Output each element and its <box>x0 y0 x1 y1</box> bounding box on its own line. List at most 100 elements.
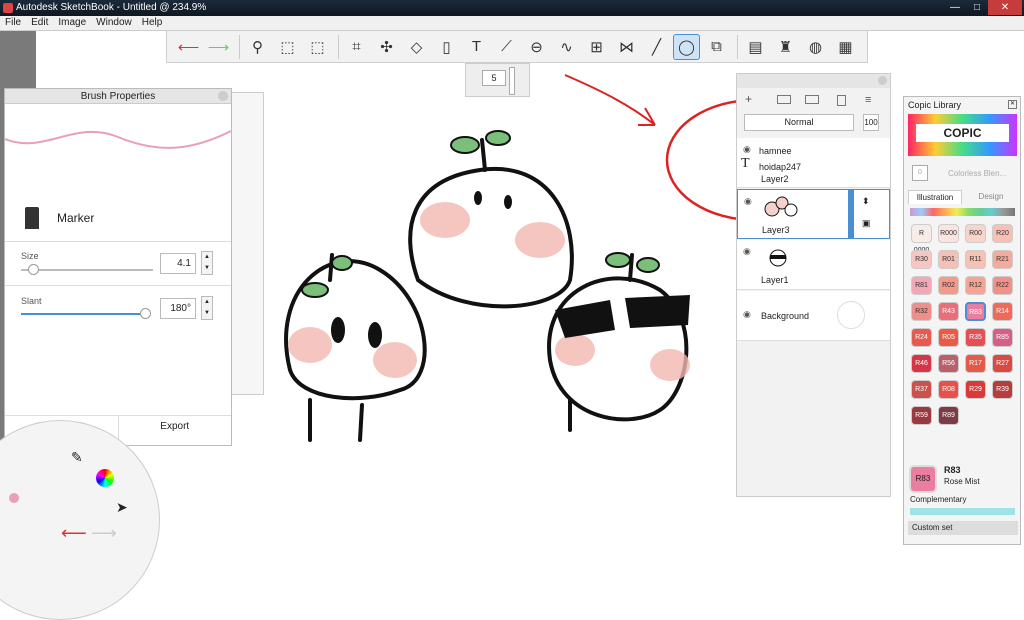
copic-swatch[interactable]: R11 <box>965 250 986 269</box>
stroke-icon[interactable]: ╱ <box>643 34 670 60</box>
copic-swatch[interactable]: R00 <box>965 224 986 243</box>
copic-swatch[interactable]: R22 <box>992 276 1013 295</box>
copic-swatch[interactable]: R56 <box>938 354 959 373</box>
menu-edit[interactable]: Edit <box>26 16 53 29</box>
slant-slider[interactable] <box>21 313 149 315</box>
brush-size-slider[interactable] <box>509 67 515 95</box>
visibility-icon[interactable]: ◉ <box>743 144 751 155</box>
undo-icon[interactable]: ⟵ <box>175 34 202 60</box>
copic-swatch[interactable]: R17 <box>965 354 986 373</box>
size-field[interactable]: 4.1 <box>160 253 196 274</box>
tab-illustration[interactable]: Illustration <box>908 190 962 204</box>
minimize-button[interactable]: — <box>944 0 966 15</box>
copic-swatch[interactable]: R39 <box>992 380 1013 399</box>
merge-layer-icon[interactable] <box>837 95 846 106</box>
layer-row-layer2[interactable]: ◉ hamnee T hoidap247 Layer2 <box>737 138 890 188</box>
copic-swatch[interactable]: R85 <box>992 328 1013 347</box>
copic-swatch[interactable]: R08 <box>938 380 959 399</box>
maximize-button[interactable]: □ <box>966 0 988 15</box>
ellipse-guide-icon[interactable]: ⊖ <box>523 34 550 60</box>
copic-icon[interactable]: ▦ <box>832 34 859 60</box>
layer-opacity-field[interactable]: 100 <box>863 114 879 131</box>
image-layer-icon[interactable] <box>805 95 819 104</box>
close-button[interactable]: ✕ <box>988 0 1022 15</box>
layer-row-background[interactable]: ◉ Background <box>737 291 890 341</box>
copic-swatch[interactable]: R81 <box>911 276 932 295</box>
copic-swatch[interactable]: R24 <box>911 328 932 347</box>
text-icon[interactable]: T <box>463 34 490 60</box>
copic-swatch[interactable]: R14 <box>992 302 1013 321</box>
fill-icon[interactable]: ▯ <box>433 34 460 60</box>
copic-swatch[interactable]: R02 <box>938 276 959 295</box>
copic-swatch[interactable]: R21 <box>992 250 1013 269</box>
complementary-label[interactable]: Complementary <box>910 495 966 504</box>
size-stepper[interactable]: ▲ ▼ <box>201 251 213 275</box>
copic-swatch[interactable]: R29 <box>965 380 986 399</box>
ellipse-tool-icon[interactable]: ◯ <box>673 33 700 60</box>
copic-swatch[interactable]: R27 <box>992 354 1013 373</box>
current-color-icon[interactable] <box>9 493 19 503</box>
layer-reorder-icon[interactable]: ⬍ <box>862 196 870 207</box>
menu-file[interactable]: File <box>0 16 26 29</box>
layer-row-layer1[interactable]: ◉ Layer1 <box>737 240 890 290</box>
custom-set-header[interactable]: Custom set <box>908 521 1018 535</box>
new-layer-icon[interactable] <box>777 95 791 104</box>
layer-row-layer3[interactable]: ◉ Layer3 ⬍ ▣ <box>737 189 890 239</box>
lasso-select-icon[interactable]: ⬚ <box>304 34 331 60</box>
copic-swatch[interactable]: R83 <box>965 302 986 321</box>
redo-icon[interactable]: ⟶ <box>91 523 117 544</box>
export-button[interactable]: Export <box>117 416 232 446</box>
layers-close-icon[interactable] <box>878 76 887 85</box>
copic-swatch[interactable]: R05 <box>938 328 959 347</box>
layer-lock-icon[interactable]: ▣ <box>862 218 871 229</box>
brushes-icon[interactable]: ♜ <box>772 34 799 60</box>
copic-swatch[interactable]: R32 <box>911 302 932 321</box>
slant-field[interactable]: 180° <box>160 298 196 319</box>
copic-swatch[interactable]: R35 <box>965 328 986 347</box>
background-color-swatch[interactable] <box>837 301 865 329</box>
copic-swatch[interactable]: R12 <box>965 276 986 295</box>
colorless-blender-swatch[interactable]: 0 <box>912 165 928 181</box>
slant-slider-knob[interactable] <box>140 308 151 319</box>
brush-size-value[interactable]: 5 <box>482 70 506 86</box>
copic-swatch[interactable]: R20 <box>992 224 1013 243</box>
ruler-icon[interactable]: ⟋ <box>493 34 520 60</box>
select-icon[interactable]: ⬚ <box>274 34 301 60</box>
undo-icon[interactable]: ⟵ <box>61 523 87 544</box>
french-curve-icon[interactable]: ∿ <box>553 34 580 60</box>
symmetry-icon[interactable]: ⋈ <box>613 34 640 60</box>
copic-swatch[interactable]: R46 <box>911 354 932 373</box>
brush-icon[interactable]: ✎ <box>71 449 83 466</box>
layer-opacity-bar[interactable] <box>848 190 854 238</box>
size-slider[interactable] <box>21 269 153 271</box>
color-wheel-icon[interactable]: ◍ <box>802 34 829 60</box>
visibility-icon[interactable]: ◉ <box>743 246 751 257</box>
size-slider-knob[interactable] <box>28 264 39 275</box>
copic-swatch[interactable]: R59 <box>911 406 932 425</box>
select-arrow-icon[interactable]: ➤ <box>116 499 128 516</box>
shapes-icon[interactable]: ⧉ <box>703 34 730 60</box>
visibility-icon[interactable]: ◉ <box>743 309 751 320</box>
layers-icon[interactable]: ▤ <box>742 34 769 60</box>
selected-swatch[interactable]: R83 <box>909 465 937 493</box>
zoom-icon[interactable]: ⚲ <box>244 34 271 60</box>
tab-design[interactable]: Design <box>964 190 1018 204</box>
menu-image[interactable]: Image <box>53 16 91 29</box>
panel-close-icon[interactable] <box>218 91 228 101</box>
color-wheel-icon[interactable] <box>96 469 114 487</box>
copic-swatch[interactable]: R43 <box>938 302 959 321</box>
copic-swatch[interactable]: R37 <box>911 380 932 399</box>
redo-icon[interactable]: ⟶ <box>205 34 232 60</box>
copic-swatch[interactable]: R000 <box>938 224 959 243</box>
visibility-icon[interactable]: ◉ <box>744 196 752 207</box>
copic-close-icon[interactable]: ✕ <box>1008 100 1017 109</box>
crop-icon[interactable]: ⌗ <box>343 34 370 60</box>
copic-swatch[interactable]: R01 <box>938 250 959 269</box>
menu-window[interactable]: Window <box>91 16 137 29</box>
blend-mode-select[interactable]: Normal <box>744 114 854 131</box>
color-family-strip[interactable] <box>910 208 1015 216</box>
copic-swatch[interactable]: R 0000 <box>911 224 932 254</box>
copic-swatch[interactable]: R30 <box>911 250 932 269</box>
layer-menu-icon[interactable]: ≡ <box>865 94 871 106</box>
copic-swatch[interactable]: R89 <box>938 406 959 425</box>
